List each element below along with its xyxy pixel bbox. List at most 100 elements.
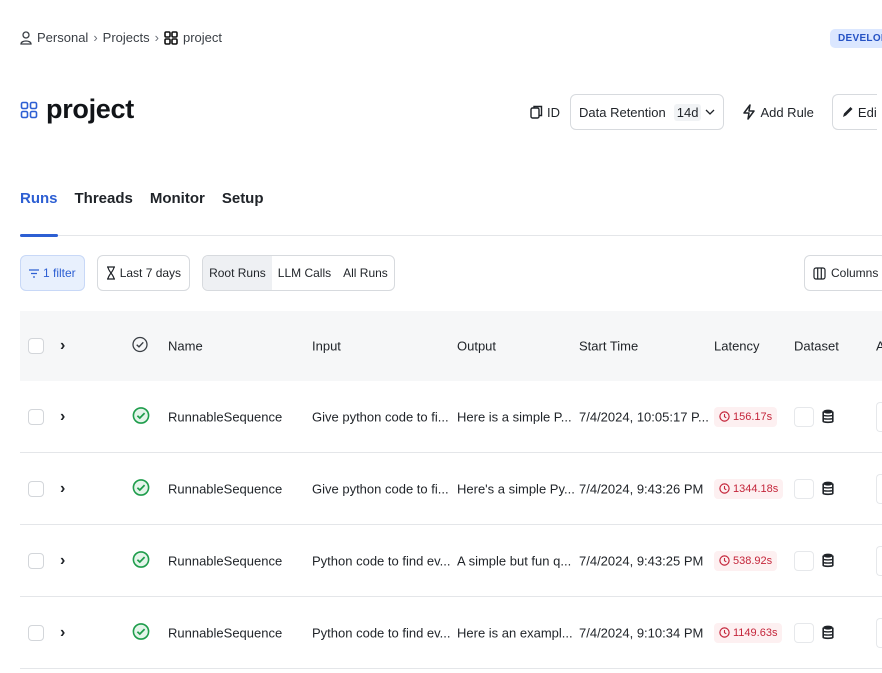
column-header-latency[interactable]: Latency: [714, 339, 760, 354]
llm-calls-option[interactable]: LLM Calls: [272, 256, 337, 290]
user-icon: [20, 30, 32, 45]
table-row[interactable]: › RunnableSequence Python code to find e…: [20, 597, 882, 669]
dataset-cell[interactable]: [794, 622, 834, 643]
filter-icon: [29, 268, 39, 278]
breadcrumb-personal[interactable]: Personal: [20, 30, 88, 45]
success-check-icon: [132, 478, 150, 499]
breadcrumb-projects[interactable]: Projects: [103, 30, 150, 45]
columns-icon: [813, 266, 826, 280]
truncated-cell: [876, 401, 882, 432]
root-runs-option[interactable]: Root Runs: [203, 256, 272, 290]
date-range-button[interactable]: Last 7 days: [96, 255, 191, 291]
run-start-time: 7/4/2024, 9:10:34 PM: [579, 625, 704, 640]
table-row[interactable]: › RunnableSequence Give python code to f…: [20, 453, 882, 525]
row-checkbox[interactable]: [28, 408, 44, 425]
run-input: Python code to find ev...: [312, 625, 451, 640]
filter-count-label: 1 filter: [43, 266, 76, 280]
table-row[interactable]: › RunnableSequence Give python code to f…: [20, 381, 882, 453]
dataset-checkbox[interactable]: [794, 550, 814, 571]
hourglass-icon: [106, 266, 115, 280]
run-name[interactable]: RunnableSequence: [168, 553, 282, 568]
add-rule-button[interactable]: Add Rule: [734, 94, 822, 130]
dataset-cell[interactable]: [794, 550, 834, 571]
run-start-time: 7/4/2024, 9:43:25 PM: [579, 553, 704, 568]
project-grid-icon: [164, 30, 178, 45]
filter-bar: 1 filter Last 7 days Root Runs LLM Calls…: [20, 255, 395, 291]
truncated-cell: [876, 473, 882, 504]
run-input: Give python code to fi...: [312, 409, 449, 424]
run-output: Here is a simple P...: [457, 409, 572, 424]
tab-monitor[interactable]: Monitor: [150, 188, 205, 236]
runs-table: › Name Input Output Start Time Latency D…: [20, 311, 882, 669]
latency-value: 1149.63s: [733, 626, 778, 639]
table-header: › Name Input Output Start Time Latency D…: [20, 311, 882, 381]
latency-value: 156.17s: [733, 410, 773, 423]
column-header-output[interactable]: Output: [457, 339, 496, 354]
data-retention-dropdown[interactable]: Data Retention 14d: [570, 94, 725, 130]
table-row[interactable]: › RunnableSequence Python code to find e…: [20, 525, 882, 597]
dataset-checkbox[interactable]: [794, 406, 814, 427]
expand-all-icon[interactable]: ›: [60, 337, 65, 355]
success-check-icon: [132, 406, 150, 427]
breadcrumb-project-label: project: [182, 30, 222, 45]
row-checkbox[interactable]: [28, 624, 44, 641]
breadcrumb-project[interactable]: project: [164, 30, 222, 45]
data-retention-label: Data Retention: [579, 104, 666, 120]
tab-setup[interactable]: Setup: [222, 188, 264, 236]
row-checkbox[interactable]: [28, 480, 44, 497]
chevron-down-icon: [705, 109, 715, 115]
run-name[interactable]: RunnableSequence: [168, 481, 282, 496]
copy-id-button[interactable]: ID: [530, 105, 560, 120]
clock-icon: [719, 627, 730, 638]
run-output: A simple but fun q...: [457, 553, 572, 568]
latency-badge: 1344.18s: [714, 478, 784, 499]
lightning-icon: [743, 104, 756, 120]
filter-button[interactable]: 1 filter: [20, 255, 85, 291]
database-icon: [822, 409, 834, 424]
row-checkbox[interactable]: [28, 552, 44, 569]
copy-id-label: ID: [547, 104, 560, 120]
column-header-start-time[interactable]: Start Time: [579, 339, 638, 354]
column-header-truncated[interactable]: A: [876, 339, 882, 354]
column-header-name[interactable]: Name: [168, 339, 203, 354]
chevron-right-icon[interactable]: ›: [60, 624, 65, 642]
run-start-time: 7/4/2024, 10:05:17 P...: [579, 409, 709, 424]
clock-icon: [719, 555, 730, 566]
page-title: project: [46, 94, 134, 124]
dataset-checkbox[interactable]: [794, 478, 814, 499]
database-icon: [822, 553, 834, 568]
app-frame: Personal › Projects › project DEVELOPE p…: [8, 8, 882, 673]
run-output: Here's a simple Py...: [457, 481, 575, 496]
database-icon: [822, 481, 834, 496]
date-range-label: Last 7 days: [119, 266, 182, 280]
tab-runs[interactable]: Runs: [20, 188, 58, 237]
column-header-dataset[interactable]: Dataset: [794, 339, 839, 354]
edit-button[interactable]: Edi: [831, 94, 877, 130]
truncated-cell: [876, 545, 882, 576]
status-column-icon: [132, 336, 148, 356]
environment-badge: DEVELOPE: [830, 29, 882, 48]
latency-value: 1344.18s: [733, 482, 779, 495]
run-name[interactable]: RunnableSequence: [168, 625, 282, 640]
column-header-input[interactable]: Input: [312, 339, 341, 354]
breadcrumb-separator-icon: ›: [93, 30, 98, 45]
tab-threads[interactable]: Threads: [75, 188, 133, 236]
chevron-right-icon[interactable]: ›: [60, 552, 65, 570]
all-runs-option[interactable]: All Runs: [337, 256, 394, 290]
truncated-cell: [876, 617, 882, 648]
breadcrumb-personal-label: Personal: [37, 30, 89, 45]
add-rule-label: Add Rule: [760, 104, 814, 120]
dataset-checkbox[interactable]: [794, 622, 814, 643]
chevron-right-icon[interactable]: ›: [60, 408, 65, 426]
success-check-icon: [132, 550, 150, 571]
copy-icon: [530, 105, 543, 119]
tab-bar: Runs Threads Monitor Setup: [20, 188, 882, 237]
latency-badge: 1149.63s: [714, 622, 783, 643]
select-all-checkbox[interactable]: [28, 338, 44, 354]
dataset-cell[interactable]: [794, 406, 834, 427]
run-name[interactable]: RunnableSequence: [168, 409, 282, 424]
chevron-right-icon[interactable]: ›: [60, 480, 65, 498]
run-type-segmented-control: Root Runs LLM Calls All Runs: [202, 255, 395, 291]
columns-button[interactable]: Columns: [804, 255, 882, 291]
dataset-cell[interactable]: [794, 478, 834, 499]
